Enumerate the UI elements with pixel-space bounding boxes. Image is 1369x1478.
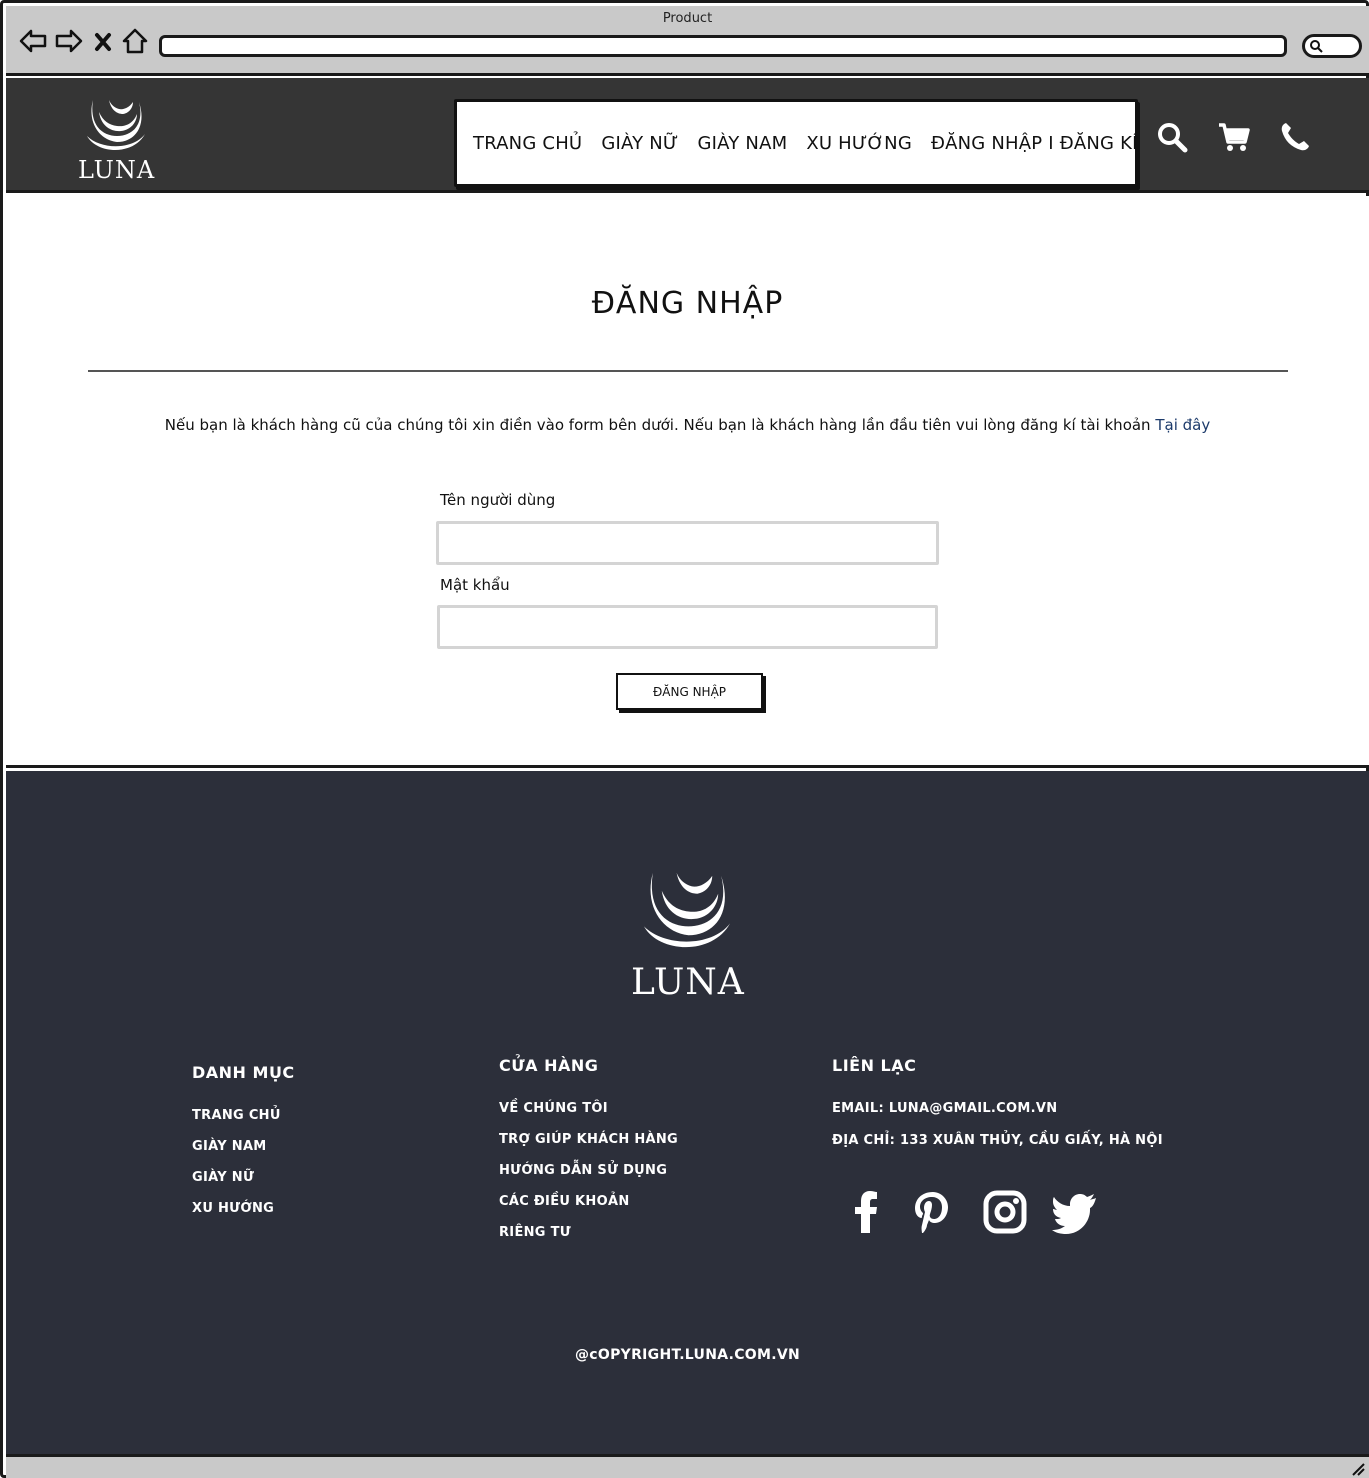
resize-grip-icon[interactable] — [1349, 1460, 1365, 1476]
intro-text: Nếu bạn là khách hàng cũ của chúng tôi x… — [6, 416, 1369, 434]
header-logo[interactable]: LUNA — [78, 96, 156, 184]
browser-window: Product LUNA TRANG CHỦ GIÀY NỮ GIÀY NAM … — [0, 0, 1369, 1478]
login-section: ĐĂNG NHẬP Nếu bạn là khách hàng cũ của c… — [6, 196, 1369, 768]
nav-item-login-register[interactable]: ĐĂNG NHẬP I ĐĂNG KÍ — [931, 133, 1138, 154]
contact-heading: LIÊN LẠC — [832, 1056, 917, 1075]
search-icon — [1310, 40, 1323, 53]
logo-text: LUNA — [78, 156, 156, 184]
site-header: LUNA TRANG CHỦ GIÀY NỮ GIÀY NAM XU HƯỚNG… — [6, 78, 1369, 193]
browser-toolbar: Product — [6, 6, 1369, 76]
contact-email[interactable]: EMAIL: LUNA@GMAIL.COM.VN — [832, 1101, 1163, 1116]
close-icon[interactable] — [92, 26, 114, 56]
moon-logo-icon — [643, 872, 731, 948]
browser-search-field[interactable] — [1302, 34, 1362, 58]
site-footer: LUNA DANH MỤC TRANG CHỦ GIÀY NAM GIÀY NỮ… — [6, 771, 1369, 1454]
footer-link-support[interactable]: TRỢ GIÚP KHÁCH HÀNG — [499, 1132, 678, 1147]
divider — [88, 370, 1288, 372]
cart-icon[interactable] — [1217, 120, 1251, 154]
username-field[interactable] — [436, 521, 939, 565]
register-link[interactable]: Tại đây — [1155, 416, 1210, 434]
password-label: Mật khẩu — [440, 576, 510, 594]
username-label: Tên người dùng — [440, 491, 556, 509]
nav-item-home[interactable]: TRANG CHỦ — [473, 133, 582, 154]
footer-link-trends[interactable]: XU HƯỚNG — [192, 1201, 295, 1216]
pinterest-icon[interactable] — [910, 1189, 956, 1235]
footer-categories: DANH MỤC TRANG CHỦ GIÀY NAM GIÀY NỮ XU H… — [192, 1063, 295, 1232]
footer-link-home[interactable]: TRANG CHỦ — [192, 1108, 295, 1123]
phone-icon[interactable] — [1278, 120, 1312, 154]
footer-store: CỬA HÀNG VỀ CHÚNG TÔI TRỢ GIÚP KHÁCH HÀN… — [499, 1056, 678, 1256]
instagram-icon[interactable] — [982, 1189, 1028, 1235]
search-icon[interactable] — [1155, 120, 1189, 154]
twitter-icon[interactable] — [1052, 1189, 1098, 1235]
main-navigation: TRANG CHỦ GIÀY NỮ GIÀY NAM XU HƯỚNG ĐĂNG… — [454, 99, 1138, 187]
login-button[interactable]: ĐĂNG NHẬP — [616, 673, 763, 710]
forward-icon[interactable] — [54, 26, 84, 56]
contact-address: ĐỊA CHỈ: 133 XUÂN THỦY, CẦU GIẤY, HÀ NỘI — [832, 1133, 1163, 1148]
categories-heading: DANH MỤC — [192, 1063, 295, 1082]
moon-logo-icon — [86, 100, 145, 150]
intro-message: Nếu bạn là khách hàng cũ của chúng tôi x… — [164, 416, 1156, 434]
copyright-text: @cOPYRIGHT.LUNA.COM.VN — [574, 1347, 801, 1363]
nav-item-trends[interactable]: XU HƯỚNG — [806, 133, 912, 154]
footer-link-womens-shoes[interactable]: GIÀY NỮ — [192, 1170, 295, 1185]
footer-contact: LIÊN LẠC EMAIL: LUNA@GMAIL.COM.VN ĐỊA CH… — [832, 1056, 1163, 1165]
nav-item-mens-shoes[interactable]: GIÀY NAM — [698, 133, 788, 154]
page-title: ĐĂNG NHẬP — [591, 286, 784, 321]
facebook-icon[interactable] — [844, 1189, 890, 1235]
password-field[interactable] — [437, 605, 938, 649]
window-title: Product — [662, 11, 713, 26]
nav-item-womens-shoes[interactable]: GIÀY NỮ — [601, 133, 678, 154]
footer-link-guide[interactable]: HƯỚNG DẪN SỬ DỤNG — [499, 1163, 678, 1178]
footer-logo[interactable]: LUNA — [631, 867, 745, 1003]
footer-logo-text: LUNA — [631, 962, 745, 1003]
home-icon[interactable] — [120, 26, 150, 56]
back-icon[interactable] — [18, 26, 48, 56]
address-bar[interactable] — [159, 35, 1287, 57]
footer-link-terms[interactable]: CÁC ĐIỀU KHOẢN — [499, 1194, 678, 1209]
footer-link-privacy[interactable]: RIÊNG TƯ — [499, 1225, 678, 1240]
footer-link-about[interactable]: VỀ CHÚNG TÔI — [499, 1101, 678, 1116]
footer-link-mens-shoes[interactable]: GIÀY NAM — [192, 1139, 295, 1154]
store-heading: CỬA HÀNG — [499, 1056, 599, 1075]
browser-statusbar — [6, 1454, 1369, 1478]
